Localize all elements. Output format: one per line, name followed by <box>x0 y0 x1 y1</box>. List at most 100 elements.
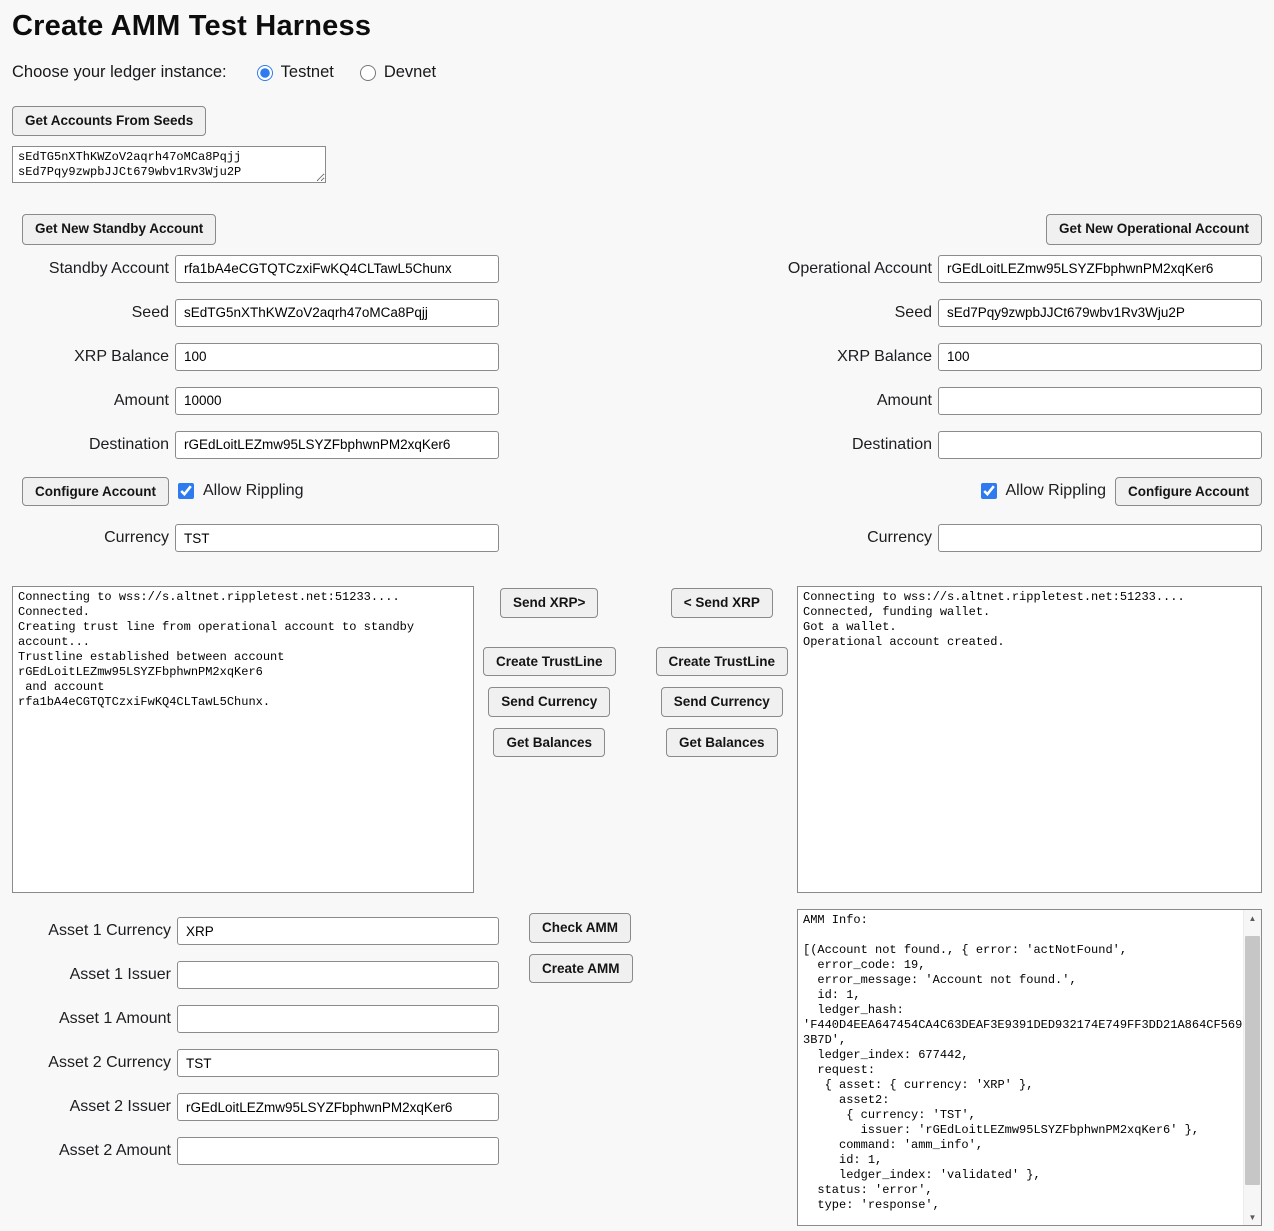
asset2-issuer-row: Asset 2 Issuer <box>12 1093 499 1121</box>
operational-seed-label: Seed <box>895 304 932 322</box>
page-title: Create AMM Test Harness <box>12 10 1262 43</box>
amm-asset-fields: Asset 1 Currency Asset 1 Issuer Asset 1 … <box>12 909 499 1173</box>
standby-xrp-balance-label: XRP Balance <box>74 348 169 366</box>
operational-seed-input[interactable] <box>938 299 1262 327</box>
devnet-radio-label[interactable]: Devnet <box>384 63 436 82</box>
asset2-currency-row: Asset 2 Currency <box>12 1049 499 1077</box>
standby-currency-label: Currency <box>104 529 169 547</box>
asset2-amount-row: Asset 2 Amount <box>12 1137 499 1165</box>
standby-destination-row: Destination <box>12 431 499 459</box>
scroll-down-icon[interactable]: ▼ <box>1244 1209 1261 1225</box>
standby-amount-input[interactable] <box>175 387 499 415</box>
standby-log-textarea[interactable]: Connecting to wss://s.altnet.rippletest.… <box>12 586 474 893</box>
devnet-radio[interactable] <box>360 65 376 81</box>
asset1-amount-label: Asset 1 Amount <box>59 1010 171 1028</box>
operational-account-label: Operational Account <box>788 260 932 278</box>
operational-destination-label: Destination <box>852 436 932 454</box>
scroll-up-icon[interactable]: ▲ <box>1244 910 1261 926</box>
asset2-issuer-label: Asset 2 Issuer <box>70 1098 171 1116</box>
get-new-standby-account-button[interactable]: Get New Standby Account <box>22 214 216 245</box>
standby-actions-stack: Send XRP> Create TrustLine Send Currency… <box>483 588 616 757</box>
operational-destination-row: Destination <box>770 431 1262 459</box>
operational-seed-row: Seed <box>770 299 1262 327</box>
standby-configure-account-button[interactable]: Configure Account <box>22 477 169 507</box>
operational-currency-input[interactable] <box>938 524 1262 552</box>
standby-account-label: Standby Account <box>49 260 169 278</box>
amm-test-harness-page: Create AMM Test Harness Choose your ledg… <box>0 0 1274 1226</box>
operational-column: Get New Operational Account Operational … <box>770 214 1262 561</box>
get-new-operational-account-button[interactable]: Get New Operational Account <box>1046 214 1262 245</box>
operational-create-trustline-button[interactable]: Create TrustLine <box>656 647 789 677</box>
scrollbar-thumb[interactable] <box>1245 936 1260 1185</box>
standby-seed-input[interactable] <box>175 299 499 327</box>
amm-buttons: Check AMM Create AMM <box>499 909 797 983</box>
operational-send-currency-button[interactable]: Send Currency <box>661 687 783 717</box>
operational-amount-row: Amount <box>770 387 1262 415</box>
asset1-issuer-input[interactable] <box>177 961 499 989</box>
standby-xrp-balance-input[interactable] <box>175 343 499 371</box>
radio-group-devnet: Devnet <box>360 63 436 82</box>
asset1-currency-row: Asset 1 Currency <box>12 917 499 945</box>
operational-actions-stack: < Send XRP Create TrustLine Send Currenc… <box>656 588 789 757</box>
standby-column: Get New Standby Account Standby Account … <box>12 214 499 561</box>
get-accounts-from-seeds-button[interactable]: Get Accounts From Seeds <box>12 106 206 136</box>
standby-create-trustline-button[interactable]: Create TrustLine <box>483 647 616 677</box>
asset2-currency-label: Asset 2 Currency <box>48 1054 171 1072</box>
operational-log-textarea[interactable]: Connecting to wss://s.altnet.rippletest.… <box>797 586 1262 893</box>
standby-seed-row: Seed <box>12 299 499 327</box>
ledger-instance-label: Choose your ledger instance: <box>12 63 227 82</box>
operational-configure-row: Allow Rippling Configure Account <box>770 477 1262 507</box>
operational-amount-label: Amount <box>877 392 932 410</box>
operational-allow-rippling-checkbox[interactable] <box>981 483 997 499</box>
amm-info-scrollbar[interactable]: ▲ ▼ <box>1243 910 1261 1225</box>
standby-get-balances-button[interactable]: Get Balances <box>493 728 605 758</box>
asset1-currency-input[interactable] <box>177 917 499 945</box>
asset1-currency-label: Asset 1 Currency <box>48 922 171 940</box>
standby-configure-row: Configure Account Allow Rippling <box>12 477 499 507</box>
standby-allow-rippling-label[interactable]: Allow Rippling <box>203 482 304 500</box>
asset2-currency-input[interactable] <box>177 1049 499 1077</box>
standby-send-xrp-button[interactable]: Send XRP> <box>500 588 598 618</box>
standby-seed-label: Seed <box>132 304 169 322</box>
operational-destination-input[interactable] <box>938 431 1262 459</box>
create-amm-button[interactable]: Create AMM <box>529 954 633 984</box>
ledger-instance-row: Choose your ledger instance: Testnet Dev… <box>12 63 1262 82</box>
amm-info-textarea[interactable]: AMM Info: [(Account not found., { error:… <box>797 909 1262 1226</box>
operational-xrp-balance-input[interactable] <box>938 343 1262 371</box>
asset1-amount-row: Asset 1 Amount <box>12 1005 499 1033</box>
amm-section: Asset 1 Currency Asset 1 Issuer Asset 1 … <box>12 909 1262 1226</box>
operational-configure-account-button[interactable]: Configure Account <box>1115 477 1262 507</box>
standby-currency-row: Currency <box>12 524 499 552</box>
asset1-issuer-row: Asset 1 Issuer <box>12 961 499 989</box>
operational-send-xrp-button[interactable]: < Send XRP <box>671 588 773 618</box>
testnet-radio-label[interactable]: Testnet <box>281 63 334 82</box>
standby-account-row: Standby Account <box>12 255 499 283</box>
seeds-textarea[interactable]: sEdTG5nXThKWZoV2aqrh47oMCa8Pqjj sEd7Pqy9… <box>12 146 326 183</box>
asset2-amount-input[interactable] <box>177 1137 499 1165</box>
operational-allow-rippling-label[interactable]: Allow Rippling <box>1006 482 1107 500</box>
standby-amount-row: Amount <box>12 387 499 415</box>
standby-account-input[interactable] <box>175 255 499 283</box>
testnet-radio[interactable] <box>257 65 273 81</box>
operational-get-balances-button[interactable]: Get Balances <box>666 728 778 758</box>
asset1-amount-input[interactable] <box>177 1005 499 1033</box>
operational-account-row: Operational Account <box>770 255 1262 283</box>
standby-destination-input[interactable] <box>175 431 499 459</box>
standby-send-currency-button[interactable]: Send Currency <box>488 687 610 717</box>
asset2-issuer-input[interactable] <box>177 1093 499 1121</box>
asset2-amount-label: Asset 2 Amount <box>59 1142 171 1160</box>
transfer-buttons: Send XRP> Create TrustLine Send Currency… <box>474 586 797 757</box>
operational-amount-input[interactable] <box>938 387 1262 415</box>
standby-amount-label: Amount <box>114 392 169 410</box>
standby-currency-input[interactable] <box>175 524 499 552</box>
check-amm-button[interactable]: Check AMM <box>529 913 631 943</box>
operational-currency-row: Currency <box>770 524 1262 552</box>
standby-allow-rippling-checkbox[interactable] <box>178 483 194 499</box>
operational-account-input[interactable] <box>938 255 1262 283</box>
operational-xrp-balance-label: XRP Balance <box>837 348 932 366</box>
transfer-section: Connecting to wss://s.altnet.rippletest.… <box>12 586 1262 893</box>
amm-info-panel: AMM Info: [(Account not found., { error:… <box>797 909 1262 1226</box>
standby-destination-label: Destination <box>89 436 169 454</box>
radio-group-testnet: Testnet <box>257 63 334 82</box>
standby-xrp-balance-row: XRP Balance <box>12 343 499 371</box>
